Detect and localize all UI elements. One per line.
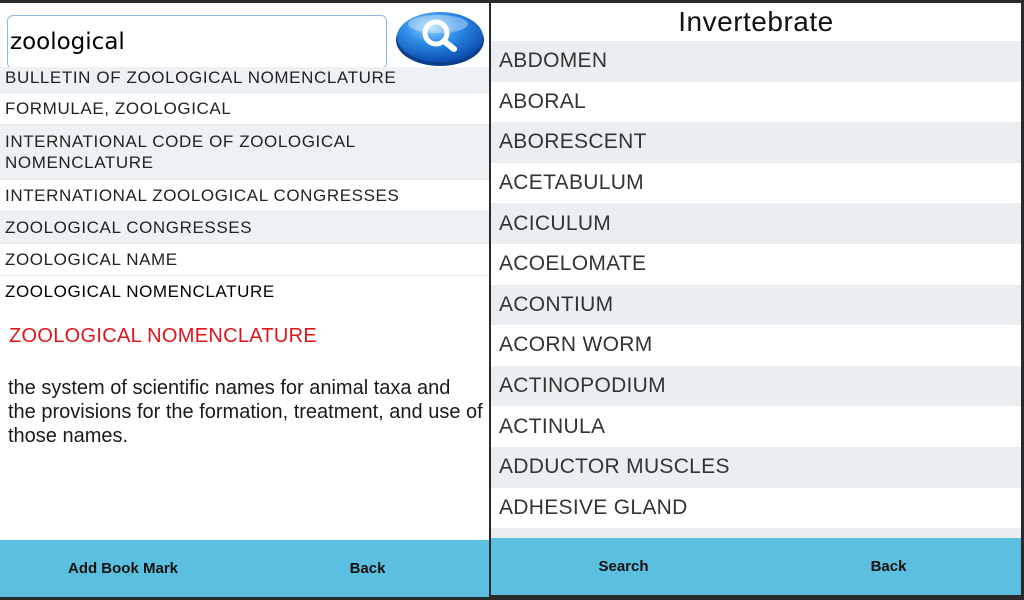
category-title: Invertebrate <box>491 3 1021 41</box>
term-item[interactable]: ACORN WORM <box>491 325 1021 366</box>
back-button-right[interactable]: Back <box>756 538 1021 595</box>
search-tab-button[interactable]: Search <box>491 538 756 595</box>
right-bottom-bar: Search Back <box>491 538 1021 595</box>
term-item[interactable]: ADDUCTOR MUSCLES <box>491 446 1021 488</box>
term-item[interactable]: ACONTIUM <box>491 284 1021 326</box>
term-item[interactable]: ABORAL <box>491 81 1021 123</box>
search-input[interactable] <box>7 15 387 69</box>
result-row[interactable]: INTERNATIONAL CODE OF ZOOLOGICAL NOMENCL… <box>0 125 489 180</box>
result-row[interactable]: INTERNATIONAL ZOOLOGICAL CONGRESSES <box>0 180 489 212</box>
search-bar <box>0 3 489 75</box>
definition-text: the system of scientific names for anima… <box>8 377 483 447</box>
result-row[interactable]: ZOOLOGICAL NAME <box>0 244 489 276</box>
term-item[interactable]: ACTINOPODIUM <box>491 365 1021 407</box>
definition-title: ZOOLOGICAL NOMENCLATURE <box>9 325 318 347</box>
term-item[interactable]: ABDOMEN <box>491 41 1021 82</box>
term-item[interactable]: ACTINULA <box>491 406 1021 447</box>
magnifier-icon <box>396 12 484 66</box>
result-row-selected[interactable]: ZOOLOGICAL NOMENCLATURE <box>0 276 489 308</box>
term-item[interactable]: ACOELOMATE <box>491 243 1021 285</box>
back-button[interactable]: Back <box>246 540 489 597</box>
term-item[interactable]: ACICULUM <box>491 203 1021 244</box>
result-row[interactable]: ZOOLOGICAL CONGRESSES <box>0 212 489 244</box>
dictionary-search-panel: BULLETIN OF ZOOLOGICAL NOMENCLATURE FORM… <box>0 3 489 597</box>
term-item[interactable]: ADHESIVE GLAND <box>491 487 1021 529</box>
search-button[interactable] <box>394 9 486 67</box>
search-results-list: BULLETIN OF ZOOLOGICAL NOMENCLATURE FORM… <box>0 67 489 308</box>
term-item[interactable]: ACETABULUM <box>491 162 1021 204</box>
result-row[interactable]: FORMULAE, ZOOLOGICAL <box>0 93 489 125</box>
left-bottom-bar: Add Book Mark Back <box>0 540 489 597</box>
result-row[interactable]: BULLETIN OF ZOOLOGICAL NOMENCLATURE <box>0 67 489 93</box>
term-index-panel: Invertebrate ABDOMEN ABORAL ABORESCENT A… <box>491 3 1021 595</box>
term-list: ABDOMEN ABORAL ABORESCENT ACETABULUM ACI… <box>491 41 1021 541</box>
add-bookmark-button[interactable]: Add Book Mark <box>0 540 246 597</box>
term-item[interactable]: ABORESCENT <box>491 122 1021 163</box>
